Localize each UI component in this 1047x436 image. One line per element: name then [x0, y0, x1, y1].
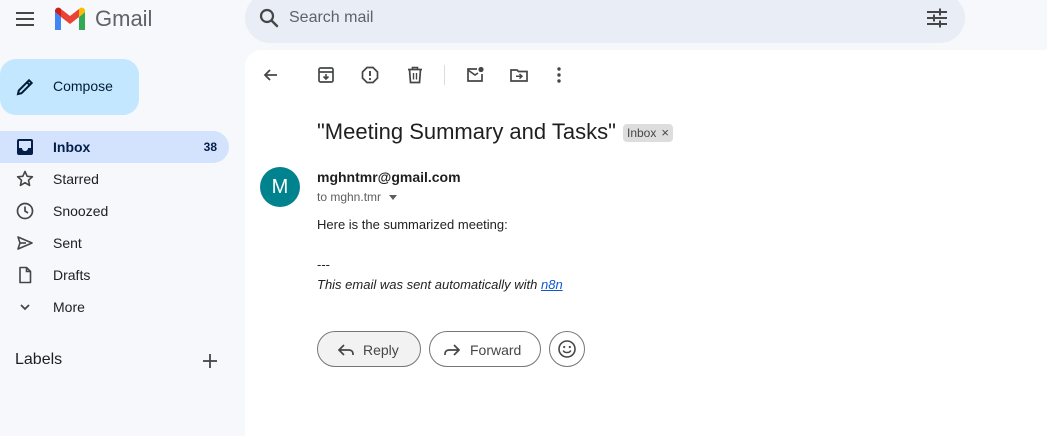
recipient-text: to mghn.tmr	[317, 190, 382, 204]
email-view: "Meeting Summary and Tasks" Inbox × M mg…	[245, 50, 1047, 436]
compose-button[interactable]: Compose	[0, 59, 139, 115]
n8n-link[interactable]: n8n	[541, 277, 563, 292]
email-body-intro: Here is the summarized meeting:	[317, 217, 508, 232]
forward-icon	[444, 344, 461, 356]
add-label-icon[interactable]	[200, 351, 220, 371]
reply-label: Reply	[363, 342, 399, 358]
unread-count-badge: 38	[203, 140, 217, 154]
caret-down-icon	[389, 195, 398, 200]
label-chip-text: Inbox	[627, 126, 657, 140]
reply-button[interactable]: Reply	[317, 331, 421, 367]
search-options-icon[interactable]	[925, 6, 949, 30]
sidebar-item-label: Starred	[53, 171, 99, 187]
emoji-reaction-button[interactable]	[549, 331, 585, 367]
forward-button[interactable]: Forward	[429, 331, 541, 367]
email-footer-text: This email was sent automatically with	[317, 277, 541, 292]
search-bar	[245, 0, 965, 43]
sidebar-item-sent[interactable]: Sent	[0, 227, 229, 259]
chevron-down-icon	[20, 304, 30, 311]
delete-icon[interactable]	[404, 64, 426, 86]
sidebar-item-label: Drafts	[53, 267, 91, 283]
sidebar-item-more[interactable]: More	[0, 291, 229, 323]
search-input[interactable]	[289, 5, 889, 31]
sidebar-item-label: Snoozed	[53, 203, 109, 219]
sidebar-item-inbox[interactable]: Inbox 38	[0, 131, 229, 163]
send-icon	[17, 236, 33, 250]
back-arrow-icon[interactable]	[260, 64, 282, 86]
email-separator: ---	[317, 257, 330, 272]
toolbar-divider	[444, 65, 445, 85]
search-icon[interactable]	[257, 6, 281, 30]
avatar[interactable]: M	[260, 167, 300, 207]
remove-label-icon[interactable]: ×	[661, 124, 669, 142]
gmail-logo-icon[interactable]	[53, 6, 87, 32]
smiley-icon	[558, 340, 576, 358]
sidebar-item-starred[interactable]: Starred	[0, 163, 229, 195]
sidebar-item-snoozed[interactable]: Snoozed	[0, 195, 229, 227]
sidebar-item-label: More	[53, 299, 85, 315]
move-to-folder-icon[interactable]	[508, 64, 530, 86]
report-spam-icon[interactable]	[359, 64, 381, 86]
sender-email[interactable]: mghntmr@gmail.com	[317, 169, 461, 185]
reply-icon	[337, 344, 354, 356]
inbox-icon	[17, 139, 33, 155]
inbox-label-chip[interactable]: Inbox ×	[623, 124, 673, 142]
recipient-details[interactable]: to mghn.tmr	[317, 190, 398, 204]
sidebar-nav: Inbox 38 Starred Snoozed Sent Drafts Mor	[0, 131, 245, 323]
sidebar-item-drafts[interactable]: Drafts	[0, 259, 229, 291]
app-brand: Gmail	[95, 6, 153, 31]
labels-heading: Labels	[15, 351, 63, 368]
archive-icon[interactable]	[315, 64, 337, 86]
draft-icon	[19, 266, 32, 284]
forward-label: Forward	[470, 342, 522, 358]
compose-label: Compose	[53, 78, 113, 94]
star-icon	[16, 170, 34, 187]
mark-unread-icon[interactable]	[464, 64, 486, 86]
main-menu-icon[interactable]	[11, 7, 39, 31]
more-options-icon[interactable]	[548, 64, 570, 86]
pencil-icon	[16, 78, 34, 96]
sidebar-item-label: Sent	[53, 235, 82, 251]
email-subject: "Meeting Summary and Tasks"	[317, 119, 616, 144]
email-footer: This email was sent automatically with n…	[317, 277, 563, 292]
top-bar: Gmail	[0, 0, 1047, 46]
clock-icon	[16, 202, 34, 220]
sidebar-item-label: Inbox	[53, 139, 91, 155]
